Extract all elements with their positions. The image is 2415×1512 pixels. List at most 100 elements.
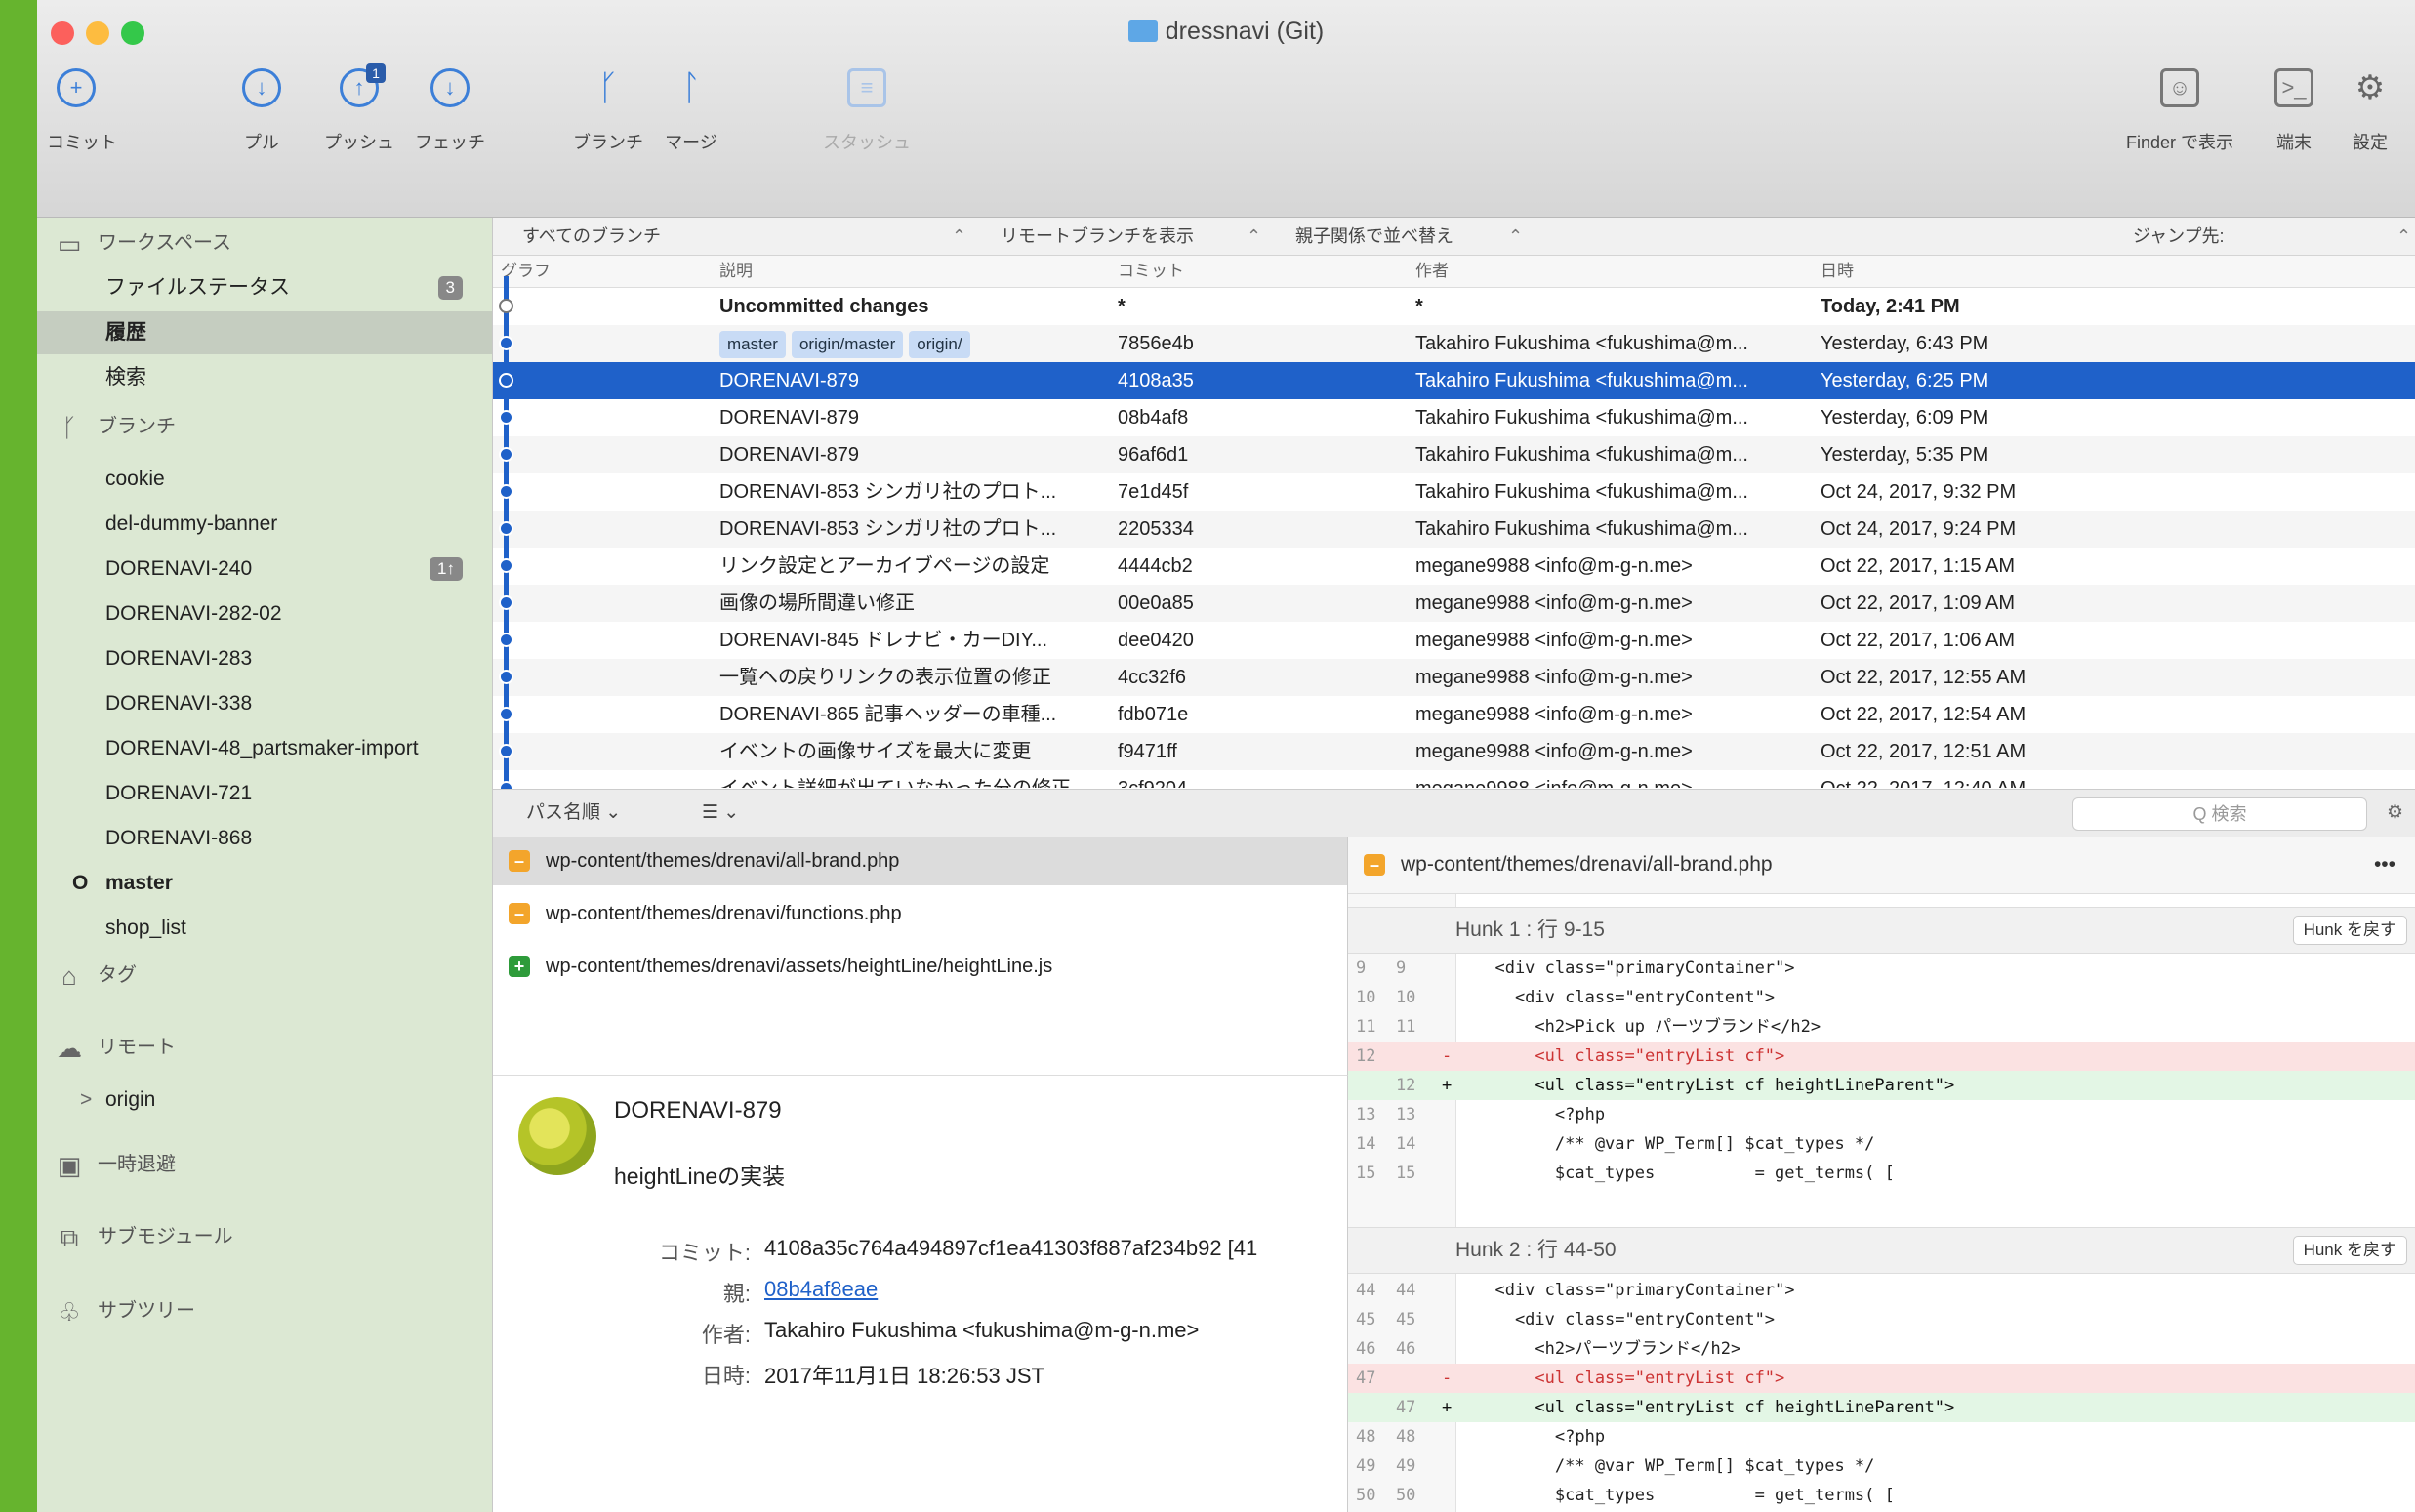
sidebar-section-workspace[interactable]: ▭ ワークスペース	[53, 222, 231, 265]
diff-line: 44 44 <div class="primaryContainer">	[1356, 1281, 1795, 1300]
column-author[interactable]: 作者	[1415, 256, 1449, 287]
column-date[interactable]: 日時	[1821, 256, 1854, 287]
sidebar-item-branch-current[interactable]: O master	[37, 862, 492, 905]
branch-filter-select[interactable]: すべてのブランチ	[522, 218, 661, 255]
commit-date: Oct 24, 2017, 9:32 PM	[1821, 481, 2017, 503]
branches-label: ブランチ	[98, 416, 176, 437]
history-table: Uncommitted changes * * Today, 2:41 PM m…	[493, 288, 2415, 788]
submodule-icon: ⧉	[60, 1222, 79, 1252]
merge-button[interactable]: ᛚ マージ	[652, 68, 730, 154]
branch-filter-chevron-icon: ⌃	[952, 226, 967, 246]
pull-button[interactable]: ↓ プル	[232, 68, 291, 154]
sidebar-section-submodules[interactable]: ⧉ サブモジュール	[53, 1215, 233, 1258]
sidebar-item-branch[interactable]: DORENAVI-48_partsmaker-import	[37, 727, 492, 770]
more-options-icon[interactable]: •••	[2374, 837, 2395, 893]
stash-button[interactable]: ≡ スタッシュ	[818, 68, 916, 154]
sidebar-item-history[interactable]: 履歴	[37, 311, 492, 354]
sidebar-section-stashes[interactable]: ▣ 一時退避	[53, 1143, 176, 1186]
table-row[interactable]: master origin/master origin/ 7856e4b Takah…	[493, 325, 2415, 362]
sidebar-item-search[interactable]: 検索	[37, 356, 492, 399]
table-row[interactable]: DORENAVI-845 ドレナビ・カーDIY... dee0420 megan…	[493, 622, 2415, 659]
table-row[interactable]: 画像の場所間違い修正 00e0a85 megane9988 <info@m-g-…	[493, 585, 2415, 622]
sidebar: ▭ ワークスペース ファイルステータス 3 履歴 検索 ᚴ ブランチ cookie …	[37, 218, 493, 1512]
commit-button[interactable]: + コミット	[47, 68, 117, 154]
fetch-label: フェッチ	[415, 133, 485, 152]
commit-date: Oct 22, 2017, 1:15 AM	[1821, 555, 2016, 577]
sidebar-item-branch[interactable]: cookie	[37, 458, 492, 501]
jump-to-select[interactable]: ジャンプ先:	[2133, 218, 2225, 255]
terminal-button[interactable]: >_ 端末	[2265, 68, 2323, 154]
file-list-item[interactable]: + wp-content/themes/drenavi/assets/heigh…	[493, 942, 1347, 991]
diff-line-removed: 12- <ul class="entryList cf">	[1348, 1042, 2415, 1071]
parent-commit-link[interactable]: 08b4af8eae	[764, 1277, 878, 1302]
stash-icon: ≡	[847, 68, 886, 107]
sidebar-item-branch[interactable]: DORENAVI-282-02	[37, 593, 492, 635]
chevron-right-icon: >	[80, 1088, 93, 1111]
sidebar-section-subtrees[interactable]: ♧ サブツリー	[53, 1289, 195, 1332]
commit-description: イベントの画像サイズを最大に変更	[719, 741, 1032, 762]
column-commit[interactable]: コミット	[1118, 256, 1184, 287]
commit-date: Oct 22, 2017, 12:55 AM	[1821, 667, 2026, 688]
author-label: 作者:	[701, 1323, 751, 1347]
commit-date: Oct 22, 2017, 1:09 AM	[1821, 593, 2016, 614]
table-row[interactable]: 一覧への戻りリンクの表示位置の修正 4cc32f6 megane9988 <in…	[493, 659, 2415, 696]
discard-hunk-button[interactable]: Hunk を戻す	[2292, 916, 2407, 945]
sidebar-item-file-status[interactable]: ファイルステータス 3	[37, 266, 492, 309]
finder-label: Finder で表示	[2125, 133, 2234, 152]
commit-date: Yesterday, 6:43 PM	[1821, 333, 1989, 354]
column-description[interactable]: 説明	[719, 256, 753, 287]
sidebar-item-branch[interactable]: DORENAVI-721	[37, 772, 492, 815]
cloud-icon: ☁	[57, 1033, 82, 1063]
graph-node	[499, 670, 513, 684]
commit-author: megane9988 <info@m-g-n.me>	[1415, 741, 1693, 762]
toolbar: dressnavi (Git) + コミット ↓ プル ↑ 1 プッシュ ↓ フェ…	[37, 0, 2415, 218]
sidebar-item-branch[interactable]: DORENAVI-338	[37, 682, 492, 725]
table-row[interactable]: イベント詳細が出ていなかった分の修正 3cf9204 megane9988 <i…	[493, 770, 2415, 788]
commit-description: DORENAVI-853 シンガリ社のプロト...	[719, 518, 1057, 540]
table-row[interactable]: イベントの画像サイズを最大に変更 f9471ff megane9988 <inf…	[493, 733, 2415, 770]
table-row[interactable]: DORENAVI-853 シンガリ社のプロト... 7e1d45f Takahi…	[493, 473, 2415, 511]
commit-hash: 00e0a85	[1118, 593, 1194, 614]
sidebar-section-tags[interactable]: ⌂ タグ	[53, 954, 137, 997]
table-row[interactable]: Uncommitted changes * * Today, 2:41 PM	[493, 288, 2415, 325]
commit-message: heightLineの実装	[614, 1164, 786, 1189]
sidebar-item-branch[interactable]: DORENAVI-240 1↑	[37, 548, 492, 591]
commit-author: megane9988 <info@m-g-n.me>	[1415, 593, 1693, 614]
settings-button[interactable]: ⚙ 設定	[2341, 68, 2399, 154]
table-row[interactable]: DORENAVI-853 シンガリ社のプロト... 2205334 Takahi…	[493, 511, 2415, 548]
branch-button[interactable]: ᚴ ブランチ	[564, 68, 652, 154]
sidebar-section-branches[interactable]: ᚴ ブランチ	[53, 405, 176, 448]
fetch-button[interactable]: ↓ フェッチ	[406, 68, 494, 154]
branch-label: ブランチ	[573, 133, 643, 152]
list-view-dropdown[interactable]: ☰ ⌄	[702, 790, 739, 837]
file-list-item[interactable]: – wp-content/themes/drenavi/functions.ph…	[493, 889, 1347, 938]
push-button[interactable]: ↑ 1 プッシュ	[320, 63, 398, 154]
sidebar-item-branch[interactable]: DORENAVI-868	[37, 817, 492, 860]
commit-author: Takahiro Fukushima <fukushima@m...	[1415, 333, 1748, 354]
table-row[interactable]: DORENAVI-879 96af6d1 Takahiro Fukushima …	[493, 436, 2415, 473]
sort-order-select[interactable]: 親子関係で並べ替え	[1295, 218, 1453, 255]
author-value: Takahiro Fukushima <fukushima@m-g-n.me>	[764, 1318, 1200, 1342]
table-row[interactable]: DORENAVI-865 記事ヘッダーの車種... fdb071e megane…	[493, 696, 2415, 733]
sidebar-item-branch[interactable]: del-dummy-banner	[37, 503, 492, 546]
file-list-toolbar: パス名順 ⌄ ☰ ⌄ Q 検索 ⚙ ⌄	[493, 789, 2415, 870]
modified-file-icon: –	[509, 903, 530, 924]
table-row-selected[interactable]: DORENAVI-879 4108a35 Takahiro Fukushima …	[493, 362, 2415, 399]
file-list-item[interactable]: – wp-content/themes/drenavi/all-brand.ph…	[493, 837, 1347, 885]
sidebar-item-branch[interactable]: shop_list	[37, 907, 492, 950]
show-in-finder-button[interactable]: ☺ Finder で表示	[2116, 68, 2243, 154]
discard-hunk-button[interactable]: Hunk を戻す	[2292, 1236, 2407, 1265]
sort-select-chevron-icon: ⌃	[1508, 226, 1524, 246]
sort-by-path-dropdown[interactable]: パス名順 ⌄	[526, 790, 621, 837]
table-row[interactable]: リンク設定とアーカイブページの設定 4444cb2 megane9988 <in…	[493, 548, 2415, 585]
sidebar-item-branch[interactable]: DORENAVI-283	[37, 637, 492, 680]
sidebar-section-remotes[interactable]: ☁ リモート	[53, 1026, 176, 1069]
search-input[interactable]: Q 検索	[2072, 797, 2367, 831]
window-title: dressnavi (Git)	[37, 18, 2415, 46]
gear-icon: ⚙	[2354, 69, 2386, 106]
hunk-title: Hunk 2 : 行 44-50	[1455, 1239, 1617, 1261]
show-remote-branches-select[interactable]: リモートブランチを表示	[1001, 218, 1194, 255]
commit-hash-value: 4108a35c764a494897cf1ea41303f887af234b92…	[764, 1236, 1258, 1260]
sidebar-item-remote-origin[interactable]: > origin	[37, 1079, 492, 1122]
table-row[interactable]: DORENAVI-879 08b4af8 Takahiro Fukushima …	[493, 399, 2415, 436]
